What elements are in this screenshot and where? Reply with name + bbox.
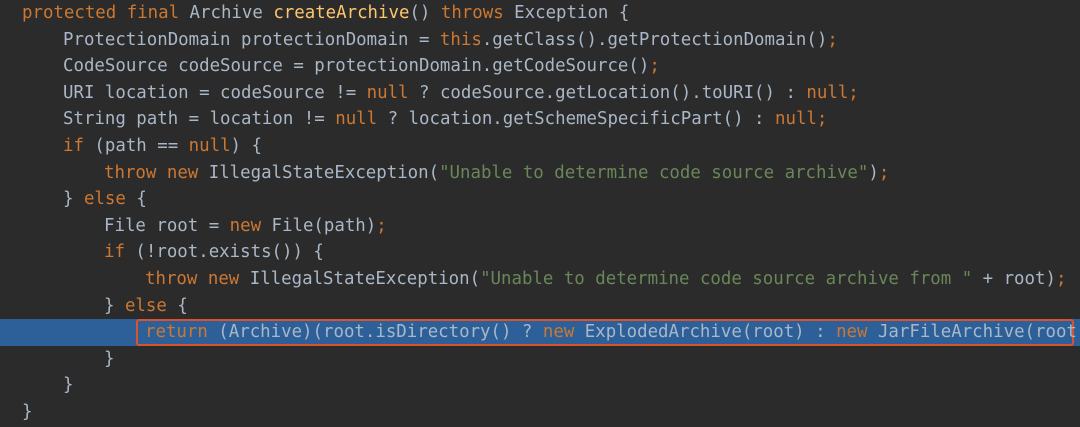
code-text: File root = new File(path); bbox=[104, 213, 387, 240]
code-token: ; bbox=[1055, 269, 1067, 289]
code-token: new bbox=[836, 322, 868, 343]
code-token: ProtectionDomain protectionDomain = bbox=[63, 29, 440, 50]
code-token: "Unable to determine code source archive… bbox=[480, 269, 973, 289]
code-line[interactable]: throw new IllegalStateException("Unable … bbox=[0, 160, 1080, 187]
code-line[interactable]: protected final Archive createArchive() … bbox=[0, 0, 1080, 27]
code-token: null bbox=[775, 109, 817, 130]
code-token: } bbox=[63, 375, 74, 396]
code-text: URI location = codeSource != null ? code… bbox=[63, 80, 859, 107]
code-text: throw new IllegalStateException("Unable … bbox=[145, 266, 1066, 293]
code-token: ; bbox=[848, 82, 859, 103]
code-token: ) { bbox=[230, 136, 262, 156]
code-token: throws bbox=[440, 3, 504, 23]
code-text: } bbox=[22, 399, 32, 426]
code-text: if (path == null) { bbox=[63, 133, 262, 160]
code-token: else bbox=[83, 189, 126, 210]
code-token: URI location = codeSource != bbox=[63, 82, 367, 103]
code-token: throw bbox=[104, 162, 157, 183]
code-line[interactable]: String path = location != null ? locatio… bbox=[0, 106, 1080, 133]
code-token: File root = bbox=[104, 215, 230, 236]
code-token: return bbox=[145, 322, 208, 343]
code-token: IllegalStateException( bbox=[198, 162, 440, 183]
code-token: } bbox=[104, 295, 125, 316]
code-token: if bbox=[104, 242, 125, 263]
code-editor[interactable]: protected final Archive createArchive() … bbox=[0, 0, 1080, 427]
code-token: new bbox=[542, 322, 575, 343]
code-line[interactable]: } bbox=[0, 372, 1080, 399]
code-text: protected final Archive createArchive() … bbox=[22, 0, 629, 27]
code-token: IllegalStateException( bbox=[239, 269, 481, 289]
code-text: if (!root.exists()) { bbox=[104, 239, 324, 266]
code-token: throw bbox=[145, 269, 198, 289]
code-token: JarFileArchive(root)) bbox=[867, 322, 1080, 343]
code-token: { bbox=[125, 189, 147, 210]
code-token: ; bbox=[376, 215, 387, 236]
code-token: null bbox=[335, 109, 378, 130]
code-token: Archive bbox=[179, 3, 274, 23]
code-token: null bbox=[366, 82, 409, 103]
code-token: ; bbox=[816, 109, 828, 130]
code-text: } else { bbox=[63, 186, 147, 213]
code-text: CodeSource codeSource = protectionDomain… bbox=[63, 53, 660, 80]
code-token: ) bbox=[868, 162, 879, 183]
code-token: ExplodedArchive(root) : bbox=[574, 322, 837, 343]
code-token: ; bbox=[649, 56, 660, 77]
code-token: new bbox=[207, 269, 240, 289]
code-line[interactable]: CodeSource codeSource = protectionDomain… bbox=[0, 53, 1080, 80]
code-line[interactable]: if (path == null) { bbox=[0, 133, 1080, 160]
code-token: (Archive)(root.isDirectory() ? bbox=[207, 322, 543, 343]
code-text: throw new IllegalStateException("Unable … bbox=[104, 160, 889, 187]
code-token: CodeSource codeSource = protectionDomain… bbox=[63, 56, 650, 77]
code-text: } else { bbox=[104, 293, 188, 320]
code-token: ; bbox=[827, 29, 838, 50]
code-token: "Unable to determine code source archive… bbox=[439, 162, 869, 183]
code-token: if bbox=[63, 136, 84, 156]
code-token: ? codeSource.getLocation().toURI() : bbox=[408, 82, 807, 103]
code-line[interactable]: if (!root.exists()) { bbox=[0, 239, 1080, 266]
code-line[interactable]: } bbox=[0, 346, 1080, 373]
code-line[interactable]: File root = new File(path); bbox=[0, 213, 1080, 240]
code-text: } bbox=[104, 346, 114, 373]
code-token: (!root.exists()) { bbox=[124, 242, 324, 263]
code-token: new bbox=[166, 162, 199, 183]
code-token: null bbox=[806, 82, 849, 103]
code-token: () bbox=[409, 3, 441, 23]
code-token: } bbox=[104, 348, 115, 369]
code-text: ProtectionDomain protectionDomain = this… bbox=[63, 27, 838, 54]
code-text: String path = location != null ? locatio… bbox=[63, 106, 827, 133]
code-line[interactable]: ProtectionDomain protectionDomain = this… bbox=[0, 27, 1080, 54]
code-token: null bbox=[188, 136, 231, 156]
code-token: File(path) bbox=[261, 215, 377, 236]
code-token: Exception { bbox=[503, 3, 630, 23]
code-token: ; bbox=[878, 162, 890, 183]
code-token: + root) bbox=[972, 269, 1056, 289]
code-line[interactable]: URI location = codeSource != null ? code… bbox=[0, 80, 1080, 107]
code-token: } bbox=[63, 189, 84, 210]
code-line[interactable]: } else { bbox=[0, 186, 1080, 213]
code-token: else bbox=[124, 295, 167, 316]
code-line-current[interactable]: return (Archive)(root.isDirectory() ? ne… bbox=[0, 319, 1080, 347]
code-token: ? location.getSchemeSpecificPart() : bbox=[377, 109, 775, 130]
code-token: final bbox=[126, 3, 180, 23]
code-token: String path = location != bbox=[63, 109, 336, 130]
code-line[interactable]: } else { bbox=[0, 293, 1080, 320]
code-text: return (Archive)(root.isDirectory() ? ne… bbox=[145, 319, 1080, 346]
code-token: createArchive bbox=[273, 3, 410, 23]
code-text: } bbox=[63, 372, 73, 399]
code-token: new bbox=[229, 215, 262, 236]
code-token: } bbox=[22, 402, 33, 422]
code-token: (path == bbox=[83, 136, 189, 156]
code-token: this bbox=[439, 29, 482, 50]
code-line[interactable]: } bbox=[0, 399, 1080, 426]
code-token: .getClass().getProtectionDomain() bbox=[481, 29, 828, 50]
code-line[interactable]: throw new IllegalStateException("Unable … bbox=[0, 266, 1080, 293]
code-token: { bbox=[166, 295, 188, 316]
code-token: protected bbox=[22, 3, 117, 23]
